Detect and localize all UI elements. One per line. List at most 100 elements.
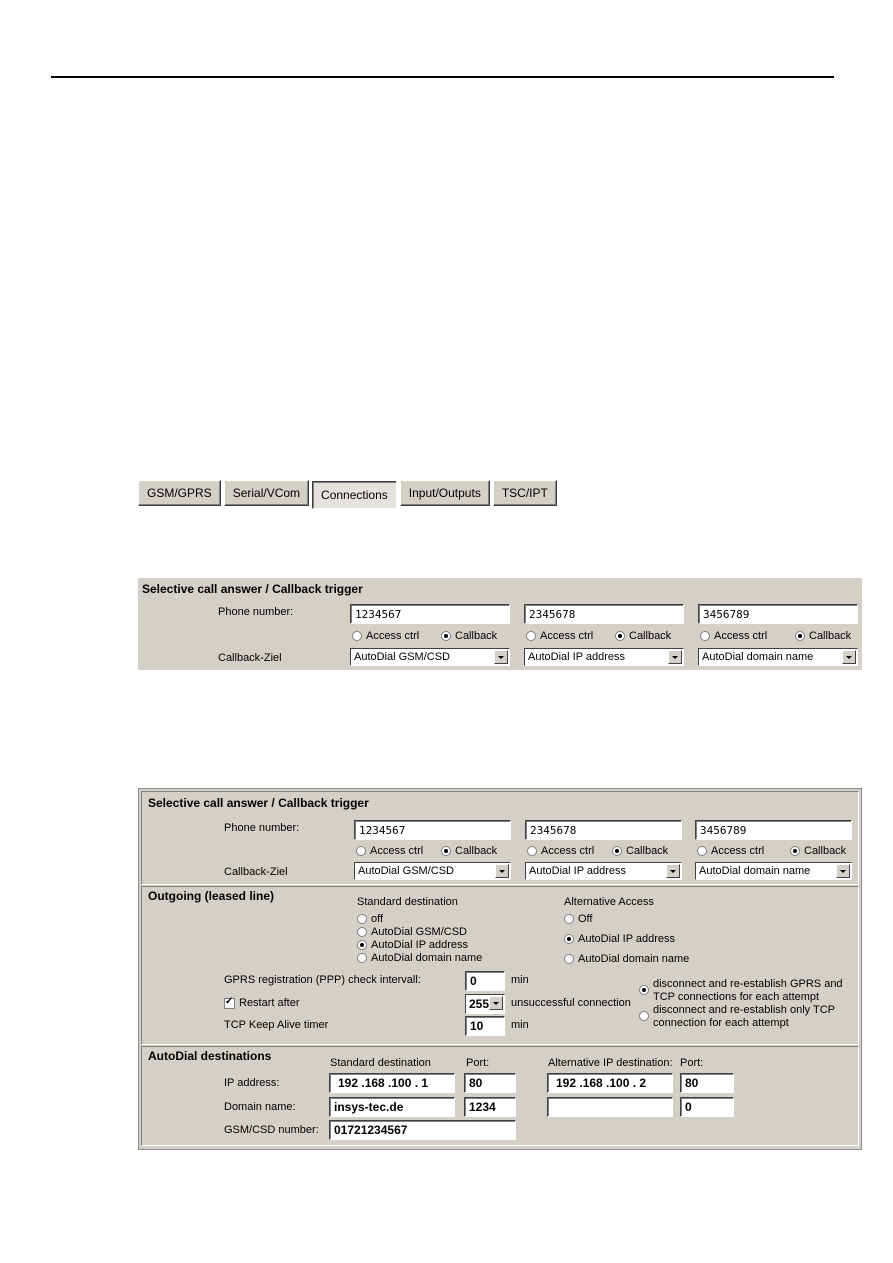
- radio-on-icon: [639, 985, 649, 995]
- chevron-down-icon[interactable]: [495, 864, 509, 878]
- gprs-unit: min: [511, 974, 529, 986]
- callback-target-2-select[interactable]: AutoDial IP address: [525, 862, 682, 880]
- phone-number-1-input[interactable]: 1234567: [350, 604, 510, 624]
- std-domain-input[interactable]: insys-tec.de: [329, 1097, 455, 1117]
- ip-address-label: IP address:: [224, 1077, 280, 1089]
- chevron-down-icon[interactable]: [489, 996, 503, 1010]
- std-domain-port-input[interactable]: 1234: [464, 1097, 516, 1117]
- standard-destination-heading: Standard destination: [357, 896, 458, 908]
- gprs-check-input[interactable]: 0: [465, 971, 505, 991]
- radio-off-icon: [356, 846, 366, 856]
- radio-off-icon: [697, 846, 707, 856]
- radio-on-icon: [615, 631, 625, 641]
- callback-1-radio[interactable]: Callback: [441, 630, 497, 642]
- access-ctrl-2-radio[interactable]: Access ctrl: [527, 845, 594, 857]
- phone-number-label: Phone number:: [218, 606, 294, 618]
- phone-number-2-input[interactable]: 2345678: [525, 820, 682, 840]
- group-title: Outgoing (leased line): [148, 889, 275, 903]
- tcp-keepalive-input[interactable]: 10: [465, 1016, 505, 1036]
- std-autodial-ip-radio[interactable]: AutoDial IP address: [357, 939, 468, 951]
- callback-target-3-select[interactable]: AutoDial domain name: [698, 648, 858, 666]
- alt-autodial-domain-radio[interactable]: AutoDial domain name: [564, 953, 689, 965]
- radio-on-icon: [357, 940, 367, 950]
- phone-number-2-input[interactable]: 2345678: [524, 604, 684, 624]
- radio-off-icon: [357, 914, 367, 924]
- restart-count-select[interactable]: 255: [465, 994, 505, 1014]
- chevron-down-icon[interactable]: [666, 864, 680, 878]
- radio-on-icon: [441, 631, 451, 641]
- radio-on-icon: [612, 846, 622, 856]
- callback-target-2-select[interactable]: AutoDial IP address: [524, 648, 684, 666]
- phone-number-3-input[interactable]: 3456789: [698, 604, 858, 624]
- group-title: AutoDial destinations: [148, 1049, 272, 1063]
- std-autodial-domain-radio[interactable]: AutoDial domain name: [357, 952, 482, 964]
- access-ctrl-3-radio[interactable]: Access ctrl: [697, 845, 764, 857]
- alt-off-radio[interactable]: Off: [564, 913, 592, 925]
- callback-trigger-panel: Selective call answer / Callback trigger…: [138, 578, 862, 670]
- callback-target-label: Callback-Ziel: [224, 866, 288, 878]
- std-ip-port-input[interactable]: 80: [464, 1073, 516, 1093]
- callback-target-label: Callback-Ziel: [218, 652, 282, 664]
- autodial-destinations-group: AutoDial destinations Standard destinati…: [141, 1046, 859, 1146]
- tcp-unit: min: [511, 1019, 529, 1031]
- phone-number-label: Phone number:: [224, 822, 300, 834]
- header-rule: [51, 76, 834, 78]
- alternative-access-heading: Alternative Access: [564, 896, 654, 908]
- radio-off-icon: [357, 953, 367, 963]
- std-autodial-gsm-radio[interactable]: AutoDial GSM/CSD: [357, 926, 467, 938]
- phone-number-3-input[interactable]: 3456789: [695, 820, 852, 840]
- callback-3-radio[interactable]: Callback: [790, 845, 846, 857]
- restart-unit: unsuccessful connection: [511, 997, 631, 1009]
- callback-target-3-select[interactable]: AutoDial domain name: [695, 862, 852, 880]
- std-destination-heading: Standard destination: [330, 1057, 431, 1069]
- radio-off-icon: [700, 631, 710, 641]
- radio-off-icon: [564, 954, 574, 964]
- alt-domain-port-input[interactable]: 0: [680, 1097, 734, 1117]
- domain-name-label: Domain name:: [224, 1101, 296, 1113]
- radio-off-icon: [527, 846, 537, 856]
- access-ctrl-1-radio[interactable]: Access ctrl: [352, 630, 419, 642]
- radio-off-icon: [639, 1011, 649, 1021]
- radio-off-icon: [357, 927, 367, 937]
- tcp-keepalive-label: TCP Keep Alive timer: [224, 1019, 329, 1031]
- phone-number-1-input[interactable]: 1234567: [354, 820, 511, 840]
- callback-2-radio[interactable]: Callback: [615, 630, 671, 642]
- radio-on-icon: [564, 934, 574, 944]
- chevron-down-icon[interactable]: [836, 864, 850, 878]
- outgoing-group: Outgoing (leased line) Standard destinat…: [141, 886, 859, 1045]
- connections-panel: Selective call answer / Callback trigger…: [138, 788, 862, 1150]
- access-ctrl-2-radio[interactable]: Access ctrl: [526, 630, 593, 642]
- radio-off-icon: [526, 631, 536, 641]
- alt-destination-heading: Alternative IP destination:: [548, 1057, 673, 1069]
- alt-autodial-ip-radio[interactable]: AutoDial IP address: [564, 933, 675, 945]
- gsm-number-input[interactable]: 01721234567: [329, 1120, 516, 1140]
- tab-serial-vcom[interactable]: Serial/VCom: [223, 480, 310, 506]
- callback-2-radio[interactable]: Callback: [612, 845, 668, 857]
- std-ip-input[interactable]: 192 .168 .100 . 1: [329, 1073, 455, 1093]
- radio-on-icon: [790, 846, 800, 856]
- tab-connections[interactable]: Connections: [312, 481, 397, 509]
- alt-ip-port-input[interactable]: 80: [680, 1073, 734, 1093]
- std-off-radio[interactable]: off: [357, 913, 383, 925]
- gprs-check-label: GPRS registration (PPP) check intervall:: [224, 974, 421, 986]
- alt-domain-input[interactable]: [547, 1097, 673, 1117]
- gsm-number-label: GSM/CSD number:: [224, 1124, 319, 1136]
- group-title: Selective call answer / Callback trigger: [148, 796, 369, 810]
- tab-input-outputs[interactable]: Input/Outputs: [399, 480, 490, 506]
- callback-3-radio[interactable]: Callback: [795, 630, 851, 642]
- restart-after-checkbox[interactable]: Restart after: [224, 996, 300, 1009]
- callback-target-1-select[interactable]: AutoDial GSM/CSD: [354, 862, 511, 880]
- callback-target-1-select[interactable]: AutoDial GSM/CSD: [350, 648, 510, 666]
- chevron-down-icon[interactable]: [842, 650, 856, 664]
- std-port-heading: Port:: [466, 1057, 490, 1069]
- tab-gsm-gprs[interactable]: GSM/GPRS: [138, 480, 221, 506]
- tab-tsc-ipt[interactable]: TSC/IPT: [492, 480, 557, 506]
- alt-ip-input[interactable]: 192 .168 .100 . 2: [547, 1073, 673, 1093]
- chevron-down-icon[interactable]: [494, 650, 508, 664]
- access-ctrl-3-radio[interactable]: Access ctrl: [700, 630, 767, 642]
- callback-1-radio[interactable]: Callback: [441, 845, 497, 857]
- radio-on-icon: [795, 631, 805, 641]
- chevron-down-icon[interactable]: [668, 650, 682, 664]
- access-ctrl-1-radio[interactable]: Access ctrl: [356, 845, 423, 857]
- checkbox-checked-icon: [224, 996, 235, 1009]
